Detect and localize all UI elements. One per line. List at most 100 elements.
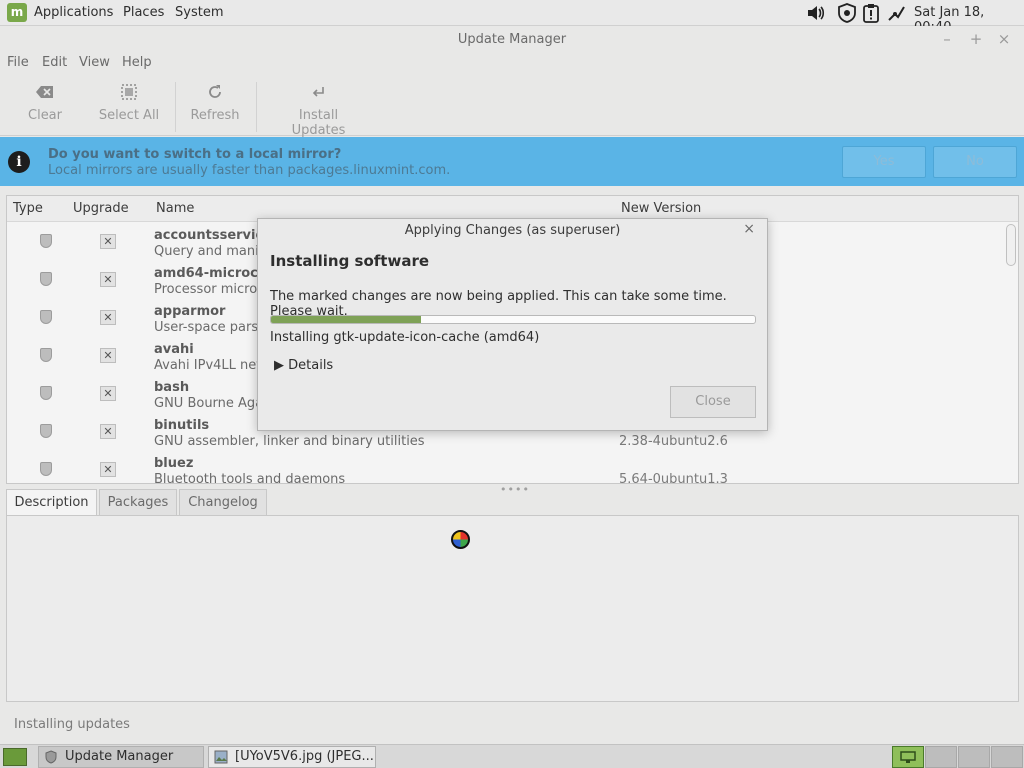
upgrade-checkbox[interactable]: ✕ [100, 462, 116, 477]
clear-icon [24, 84, 66, 104]
tab-description[interactable]: Description [6, 489, 97, 516]
upgrade-checkbox[interactable]: ✕ [100, 348, 116, 363]
yes-button[interactable]: Yes [842, 146, 926, 178]
dialog-close-button[interactable]: Close [670, 386, 756, 418]
menu-system[interactable]: System [175, 5, 223, 20]
progress-fill [271, 316, 422, 323]
update-type-shield-icon [40, 462, 52, 476]
progress-bar [270, 315, 756, 324]
applying-changes-dialog: Applying Changes (as superuser) × Instal… [257, 218, 768, 431]
task-image-viewer[interactable]: [UYoV5V6.jpg (JPEG... [208, 746, 376, 768]
dialog-title: Applying Changes (as superuser) [404, 223, 621, 238]
window-title: Update Manager [457, 32, 567, 47]
top-panel: m Applications Places System Sat Jan 18,… [0, 0, 1024, 35]
pane-resize-handle[interactable]: •••• [500, 483, 530, 496]
expander-triangle-icon: ▶ [274, 358, 284, 373]
update-alert-icon[interactable] [861, 3, 881, 23]
package-description: Processor microcc [154, 282, 272, 297]
upgrade-checkbox[interactable]: ✕ [100, 386, 116, 401]
shield-icon[interactable] [837, 3, 857, 23]
update-type-shield-icon [40, 272, 52, 286]
mirror-infobar: i Do you want to switch to a local mirro… [0, 137, 1024, 186]
workspace-3[interactable] [958, 746, 990, 768]
package-name: bash [154, 380, 190, 395]
package-description: GNU Bourne Aga [154, 396, 264, 411]
refresh-icon [189, 84, 241, 104]
close-window-button[interactable]: × [995, 30, 1013, 48]
image-file-icon [214, 750, 228, 764]
taskbar: Update Manager [UYoV5V6.jpg (JPEG... [0, 744, 1024, 768]
minimize-button[interactable]: – [938, 30, 956, 48]
menu-edit[interactable]: Edit [42, 55, 67, 70]
upgrade-checkbox[interactable]: ✕ [100, 272, 116, 287]
select-all-button[interactable]: Select All [96, 84, 162, 123]
package-description: Avahi IPv4LL netw [154, 358, 272, 373]
column-upgrade[interactable]: Upgrade [73, 201, 129, 216]
shield-icon [45, 750, 57, 764]
details-expander[interactable]: ▶ Details [274, 358, 333, 373]
package-description: User-space parser [154, 320, 272, 335]
select-all-icon [96, 84, 162, 104]
maximize-button[interactable]: + [967, 30, 985, 48]
install-updates-button[interactable]: Install Updates [270, 84, 367, 138]
refresh-button[interactable]: Refresh [189, 84, 241, 123]
column-new-version[interactable]: New Version [621, 201, 701, 216]
package-description: Query and manip [154, 244, 267, 259]
infobar-title: Do you want to switch to a local mirror? [48, 147, 342, 162]
package-name: avahi [154, 342, 194, 357]
infobar-subtitle: Local mirrors are usually faster than pa… [48, 163, 451, 178]
package-name: apparmor [154, 304, 226, 319]
upgrade-checkbox[interactable]: ✕ [100, 310, 116, 325]
menu-view[interactable]: View [79, 55, 110, 70]
toolbar-separator [256, 82, 257, 132]
info-icon: i [8, 151, 30, 173]
upgrade-checkbox[interactable]: ✕ [100, 424, 116, 439]
volume-icon[interactable] [806, 3, 826, 23]
description-pane [6, 515, 1019, 702]
enter-arrow-icon [270, 84, 367, 104]
window-titlebar[interactable]: Update Manager – + × [0, 26, 1024, 54]
status-text: Installing updates [14, 717, 130, 732]
package-description: Bluetooth tools and daemons [154, 472, 346, 484]
network-icon[interactable] [886, 3, 906, 23]
menu-places[interactable]: Places [123, 5, 164, 20]
upgrade-checkbox[interactable]: ✕ [100, 234, 116, 249]
clear-button[interactable]: Clear [24, 84, 66, 123]
workspace-4[interactable] [991, 746, 1023, 768]
dialog-status: Installing gtk-update-icon-cache (amd64) [270, 330, 540, 345]
package-version: 2.38-4ubuntu2.6 [619, 434, 728, 449]
update-type-shield-icon [40, 424, 52, 438]
toolbar-separator [175, 82, 176, 132]
details-label: Details [288, 358, 334, 373]
package-description: GNU assembler, linker and binary utiliti… [154, 434, 425, 449]
dialog-close-icon[interactable]: × [743, 221, 755, 237]
workspace-2[interactable] [925, 746, 957, 768]
package-name: bluez [154, 456, 194, 471]
package-name: binutils [154, 418, 210, 433]
update-type-shield-icon [40, 310, 52, 324]
no-button[interactable]: No [933, 146, 1017, 178]
menu-help[interactable]: Help [122, 55, 152, 70]
package-version: 5.64-0ubuntu1.3 [619, 472, 728, 484]
menu-file[interactable]: File [7, 55, 29, 70]
busy-cursor-icon [451, 530, 470, 549]
update-type-shield-icon [40, 386, 52, 400]
column-type[interactable]: Type [13, 201, 43, 216]
menubar: File Edit View Help [0, 54, 1024, 78]
task-update-manager[interactable]: Update Manager [38, 746, 204, 768]
package-name: accountsservice [154, 228, 272, 243]
workspace-1[interactable] [892, 746, 924, 768]
tab-changelog[interactable]: Changelog [179, 489, 267, 516]
list-item[interactable]: ✕ bluez Bluetooth tools and daemons 5.64… [7, 451, 1007, 484]
mint-logo-icon[interactable]: m [7, 3, 27, 22]
toolbar: Clear Select All Refresh Install Updates [0, 78, 1024, 138]
menu-applications[interactable]: Applications [34, 5, 113, 20]
show-desktop-icon[interactable] [3, 748, 27, 766]
workspace-window-icon [900, 751, 916, 763]
update-type-shield-icon [40, 348, 52, 362]
list-scrollbar[interactable] [1006, 224, 1016, 266]
dialog-heading: Installing software [270, 252, 430, 270]
update-type-shield-icon [40, 234, 52, 248]
column-name[interactable]: Name [156, 201, 194, 216]
tab-packages[interactable]: Packages [99, 489, 177, 516]
